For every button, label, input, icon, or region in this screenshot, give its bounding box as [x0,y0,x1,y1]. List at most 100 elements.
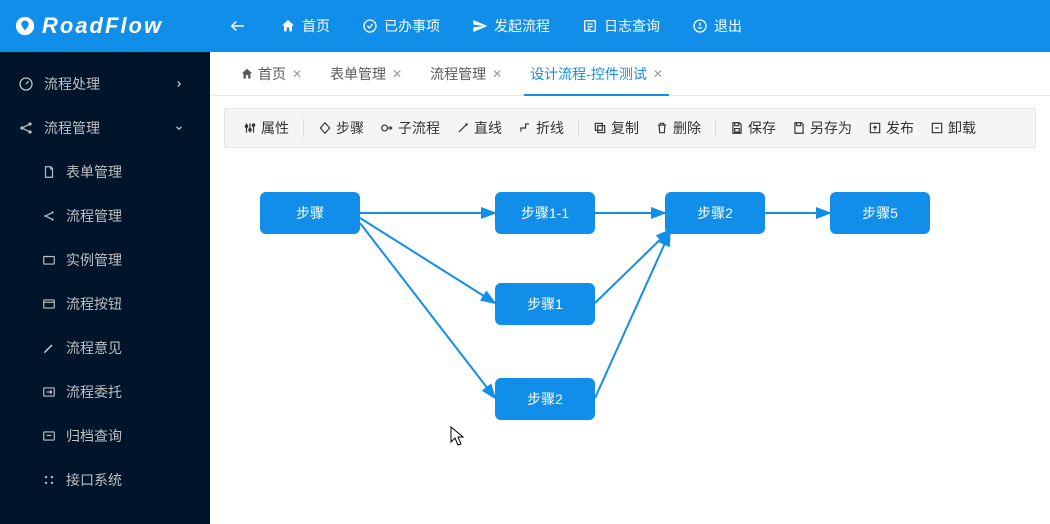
tabbar: 首页 ✕ 表单管理 ✕ 流程管理 ✕ 设计流程-控件测试 ✕ [210,52,1050,96]
node-label: 步骤2 [697,203,733,223]
node-label: 步骤1 [527,294,563,314]
sidebar-item-mgmt[interactable]: 流程管理 [0,106,210,150]
node-label: 步骤1-1 [521,203,569,223]
sidebar-sub-instance[interactable]: 实例管理 [0,238,210,282]
tool-copy[interactable]: 复制 [585,108,647,148]
tool-delete[interactable]: 删除 [647,108,709,148]
sidebar-item-label: 流程管理 [44,118,100,138]
tool-label: 另存为 [810,118,852,138]
chevron-right-icon [174,76,194,92]
flow-canvas[interactable]: 步骤 步骤1-1 步骤2 步骤5 步骤1 步骤2 [210,148,1050,524]
tool-publish[interactable]: 发布 [860,108,922,148]
home-icon [280,18,296,34]
uninstall-icon [930,121,944,135]
tool-label: 卸载 [948,118,976,138]
nav-logs[interactable]: 日志查询 [566,0,676,52]
share-icon [42,209,56,223]
close-icon[interactable]: ✕ [392,67,402,81]
share-icon [18,120,34,136]
archive-icon [42,429,56,443]
pencil-icon [42,341,56,355]
sidebar-item-process[interactable]: 流程处理 [0,62,210,106]
sidebar: 流程处理 流程管理 表单管理 流程管理 实例管理 流程按钮 [0,52,210,524]
flow-node-step1[interactable]: 步骤1 [495,283,595,325]
tab-flows[interactable]: 流程管理 ✕ [416,52,516,96]
tool-save[interactable]: 保存 [722,108,784,148]
tool-uninstall[interactable]: 卸载 [922,108,984,148]
close-icon[interactable]: ✕ [292,67,302,81]
nav-done[interactable]: 已办事项 [346,0,456,52]
sidebar-sub-label: 实例管理 [66,250,122,270]
sidebar-sub-api[interactable]: 接口系统 [0,458,210,502]
chevron-down-icon [174,120,194,136]
topnav: 首页 已办事项 发起流程 日志查询 退出 [210,0,758,52]
sidebar-sub-archive[interactable]: 归档查询 [0,414,210,458]
list-icon [582,18,598,34]
tool-step[interactable]: 步骤 [310,108,372,148]
home-icon [240,67,254,81]
save-icon [730,121,744,135]
gauge-icon [18,76,34,92]
brand-text: RoadFlow [42,13,163,39]
nav-start[interactable]: 发起流程 [456,0,566,52]
tool-label: 子流程 [398,118,440,138]
polyline-icon [518,121,532,135]
nav-logout-label: 退出 [714,16,742,36]
separator [303,119,304,137]
diamond-icon [318,121,332,135]
window-icon [42,297,56,311]
sidebar-sub-buttons[interactable]: 流程按钮 [0,282,210,326]
node-label: 步骤5 [862,203,898,223]
sidebar-sub-flows[interactable]: 流程管理 [0,194,210,238]
tool-line[interactable]: 直线 [448,108,510,148]
tool-label: 删除 [673,118,701,138]
collapse-icon [228,17,246,35]
sidebar-sub-forms[interactable]: 表单管理 [0,150,210,194]
separator [578,119,579,137]
close-icon[interactable]: ✕ [653,67,663,81]
flow-node-step2-top[interactable]: 步骤2 [665,192,765,234]
sidebar-sub-opinion[interactable]: 流程意见 [0,326,210,370]
sliders-icon [243,121,257,135]
brand-icon [14,15,36,37]
tool-subflow[interactable]: 子流程 [372,108,448,148]
send-icon [472,18,488,34]
flow-node-step1-1[interactable]: 步骤1-1 [495,192,595,234]
sidebar-collapse-button[interactable] [210,17,264,35]
plug-icon [42,473,56,487]
sidebar-sub-delegate[interactable]: 流程委托 [0,370,210,414]
tool-polyline[interactable]: 折线 [510,108,572,148]
nav-home-label: 首页 [302,16,330,36]
folder-icon [42,253,56,267]
flow-node-start[interactable]: 步骤 [260,192,360,234]
flow-node-step5[interactable]: 步骤5 [830,192,930,234]
sidebar-sub-label: 流程按钮 [66,294,122,314]
tool-properties[interactable]: 属性 [235,108,297,148]
tool-label: 直线 [474,118,502,138]
main: 首页 ✕ 表单管理 ✕ 流程管理 ✕ 设计流程-控件测试 ✕ 属性 [210,52,1050,524]
copy-icon [593,121,607,135]
node-label: 步骤 [296,203,324,223]
node-label: 步骤2 [527,389,563,409]
separator [715,119,716,137]
subflow-icon [380,121,394,135]
close-icon[interactable]: ✕ [492,67,502,81]
tool-label: 步骤 [336,118,364,138]
swap-icon [42,385,56,399]
flow-node-step2-bottom[interactable]: 步骤2 [495,378,595,420]
tab-forms[interactable]: 表单管理 ✕ [316,52,416,96]
nav-logs-label: 日志查询 [604,16,660,36]
tab-label: 表单管理 [330,64,386,84]
nav-done-label: 已办事项 [384,16,440,36]
sidebar-item-label: 流程处理 [44,74,100,94]
nav-logout[interactable]: 退出 [676,0,758,52]
tab-designer[interactable]: 设计流程-控件测试 ✕ [516,52,677,96]
mouse-cursor-icon [450,426,464,446]
tab-home[interactable]: 首页 ✕ [226,52,316,96]
tool-label: 保存 [748,118,776,138]
nav-home[interactable]: 首页 [264,0,346,52]
sidebar-sub-label: 接口系统 [66,470,122,490]
tool-saveas[interactable]: 另存为 [784,108,860,148]
tool-label: 属性 [261,118,289,138]
saveas-icon [792,121,806,135]
